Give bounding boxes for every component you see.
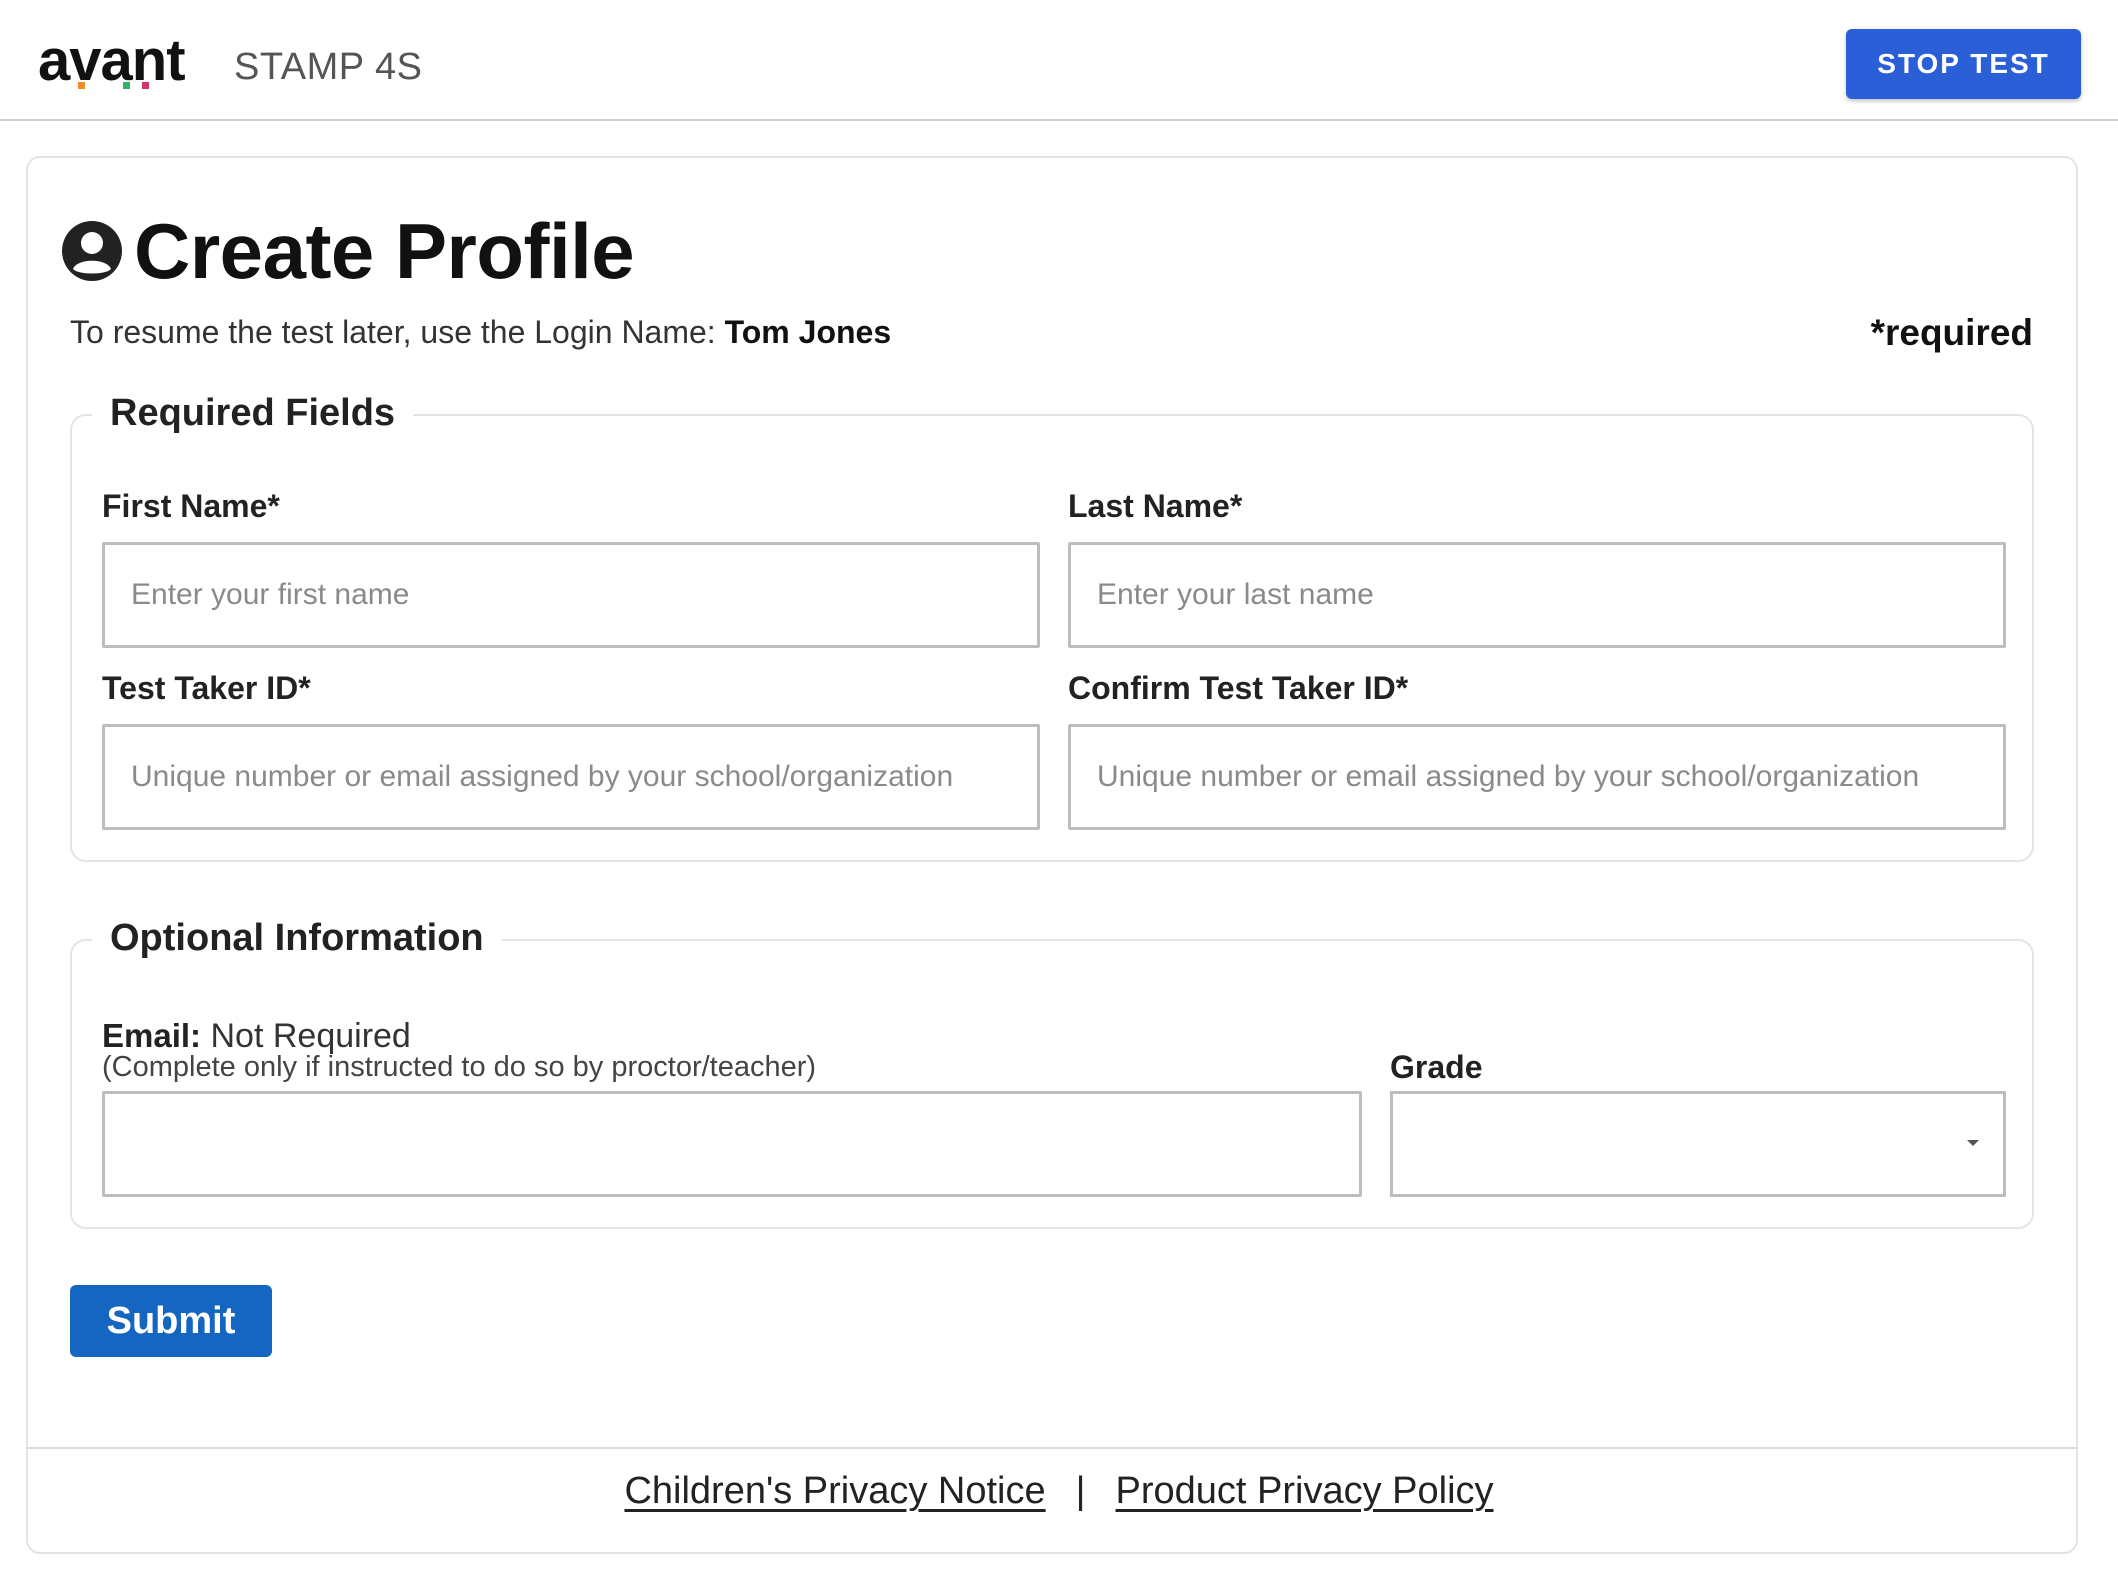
required-fields-legend: Required Fields (92, 392, 414, 435)
page-title: Create Profile (60, 206, 635, 296)
submit-button[interactable]: Submit (70, 1285, 272, 1357)
confirm-test-taker-id-label: Confirm Test Taker ID* (1068, 670, 1409, 706)
childrens-privacy-notice-link[interactable]: Children's Privacy Notice (624, 1470, 1045, 1513)
required-note: *required (1870, 312, 2033, 353)
resume-prefix: To resume the test later, use the Login … (70, 314, 725, 350)
optional-information-section: Optional Information Email: Not Required… (70, 917, 2034, 1229)
account-circle-icon (62, 221, 122, 281)
first-name-label: First Name* (102, 488, 280, 524)
required-fields-section: Required Fields First Name* Last Name* T… (70, 392, 2034, 862)
svg-text:avant: avant (38, 34, 185, 93)
test-taker-id-field[interactable] (102, 724, 1040, 830)
grade-label: Grade (1390, 1049, 1483, 1085)
stop-test-button[interactable]: STOP TEST (1846, 29, 2081, 99)
optional-information-legend: Optional Information (92, 917, 502, 960)
confirm-test-taker-id-field[interactable] (1068, 724, 2006, 830)
grade-select[interactable] (1390, 1091, 2006, 1197)
last-name-field[interactable] (1068, 542, 2006, 648)
email-label-key: Email: (102, 1017, 202, 1054)
email-field[interactable] (102, 1091, 1362, 1197)
first-name-field[interactable] (102, 542, 1040, 648)
page-heading: Create Profile (134, 206, 635, 295)
product-privacy-policy-link[interactable]: Product Privacy Policy (1116, 1470, 1494, 1513)
top-bar: avant STAMP 4S STOP TEST (0, 0, 2118, 121)
avant-logo-icon: avant (38, 34, 186, 93)
email-required-status: Not Required (210, 1017, 411, 1055)
test-taker-id-label: Test Taker ID* (102, 670, 311, 706)
resume-instructions: To resume the test later, use the Login … (70, 314, 891, 351)
email-hint: (Complete only if instructed to do so by… (102, 1051, 817, 1083)
product-name: STAMP 4S (234, 46, 423, 88)
footer-links: Children's Privacy Notice | Product Priv… (0, 1470, 2118, 1513)
footer-separator: | (1075, 1470, 1086, 1512)
caret-down-icon (1967, 1140, 1979, 1146)
avant-logo: avant (38, 34, 218, 94)
footer-divider (26, 1447, 2078, 1449)
login-name: Tom Jones (724, 314, 892, 350)
last-name-label: Last Name* (1068, 488, 1243, 524)
